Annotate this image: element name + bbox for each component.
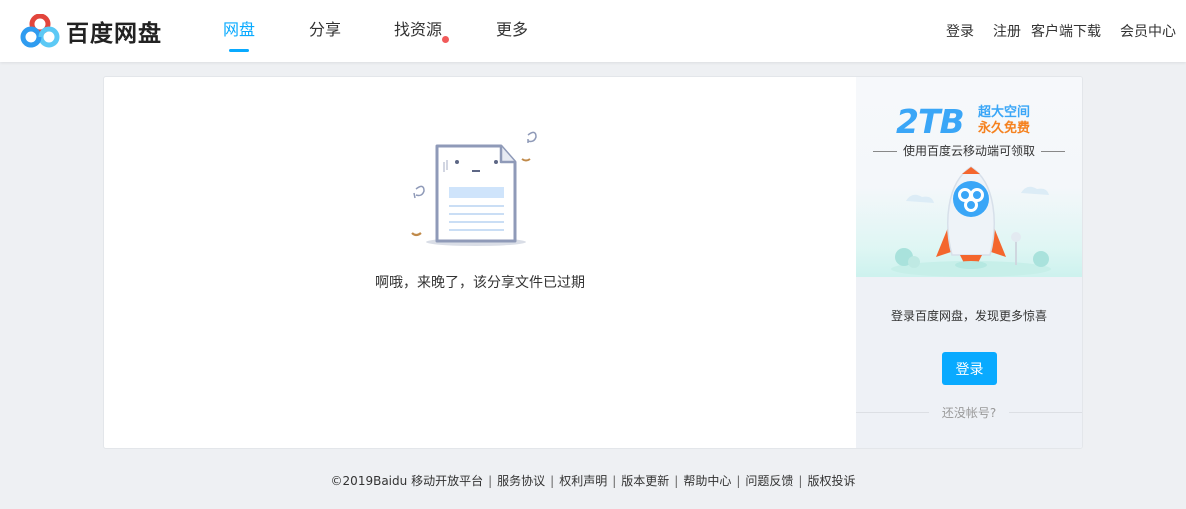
expired-document-icon	[411, 131, 537, 246]
no-account-text: 还没帐号?	[941, 406, 997, 420]
register-link[interactable]: 注册	[993, 21, 1021, 41]
footer-link-copyright-complaint[interactable]: 版权投诉	[807, 474, 855, 488]
footer-separator: |	[488, 474, 493, 488]
footer-link-service-agreement[interactable]: 服务协议	[497, 474, 545, 488]
promo-tagline: 超大空间 永久免费	[978, 105, 1030, 137]
footer-link-feedback[interactable]: 问题反馈	[745, 474, 793, 488]
footer-separator: |	[798, 474, 803, 488]
footer-link-version-update[interactable]: 版本更新	[621, 474, 669, 488]
nav-item-find-resources[interactable]: 找资源	[359, 0, 462, 62]
page-footer: ©2019Baidu 移动开放平台 | 服务协议 | 权利声明 | 版本更新 | 帮助中心 | 问题…	[0, 472, 1186, 489]
nav-item-share[interactable]: 分享	[274, 0, 359, 62]
nav-item-netdisk[interactable]: 网盘	[205, 0, 274, 62]
vip-center-link[interactable]: 会员中心	[1120, 21, 1176, 41]
promo-login-button[interactable]: 登录	[942, 352, 997, 385]
top-header: 百度网盘 网盘 分享 找资源 更多 登录 注册 客户端下载 会员中心	[0, 0, 1186, 62]
logo-text: 百度网盘	[66, 21, 162, 47]
footer-separator: |	[550, 474, 555, 488]
nav-item-label-wrap: 找资源	[394, 20, 450, 43]
footer-link-rights-statement[interactable]: 权利声明	[559, 474, 607, 488]
expired-message: 啊哦，来晚了，该分享文件已过期	[375, 275, 585, 291]
no-account-link[interactable]: 还没帐号?	[856, 404, 1082, 421]
share-card: 啊哦，来晚了，该分享文件已过期 2TB 超大空间 永久免费 使用百度云移动端可领…	[103, 76, 1083, 449]
footer-copyright: ©2019Baidu	[330, 474, 408, 488]
nav-item-label: 网盘	[223, 20, 256, 39]
promo-banner: 2TB 超大空间 永久免费 使用百度云移动端可领取	[856, 77, 1082, 277]
header-links: 登录 注册 客户端下载 会员中心	[927, 0, 1176, 62]
footer-separator: |	[674, 474, 679, 488]
promo-tag-line2: 永久免费	[978, 121, 1031, 136]
promo-tag-line1: 超大空间	[978, 105, 1031, 120]
rocket-illustration-icon	[891, 166, 1051, 277]
baidu-netdisk-logo-icon	[20, 14, 60, 48]
logo[interactable]: 百度网盘	[20, 14, 165, 48]
nav-item-more[interactable]: 更多	[462, 0, 547, 62]
nav-item-label: 分享	[309, 20, 342, 39]
nav-item-label: 更多	[496, 20, 529, 39]
divider-right	[1009, 412, 1082, 413]
promo-panel: 2TB 超大空间 永久免费 使用百度云移动端可领取 登录百度网盘，发现更多惊喜 …	[856, 77, 1082, 448]
nav-item-label: 找资源	[394, 20, 443, 39]
divider-left	[856, 412, 929, 413]
promo-subtitle: 使用百度云移动端可领取	[856, 142, 1082, 159]
promo-message: 登录百度网盘，发现更多惊喜	[890, 309, 1047, 323]
expired-share-area: 啊哦，来晚了，该分享文件已过期	[104, 77, 856, 448]
footer-link-help-center[interactable]: 帮助中心	[683, 474, 731, 488]
footer-separator: |	[612, 474, 617, 488]
nav-active-indicator	[229, 49, 249, 52]
footer-link-open-platform[interactable]: 移动开放平台	[411, 474, 483, 488]
new-badge-dot	[442, 36, 450, 43]
promo-headline: 2TB	[896, 102, 965, 141]
promo-subtitle-text: 使用百度云移动端可领取	[902, 144, 1035, 158]
main-nav: 网盘 分享 找资源 更多	[205, 0, 547, 62]
footer-separator: |	[736, 474, 741, 488]
client-download-link[interactable]: 客户端下载	[1031, 21, 1101, 41]
login-link[interactable]: 登录	[946, 21, 974, 41]
